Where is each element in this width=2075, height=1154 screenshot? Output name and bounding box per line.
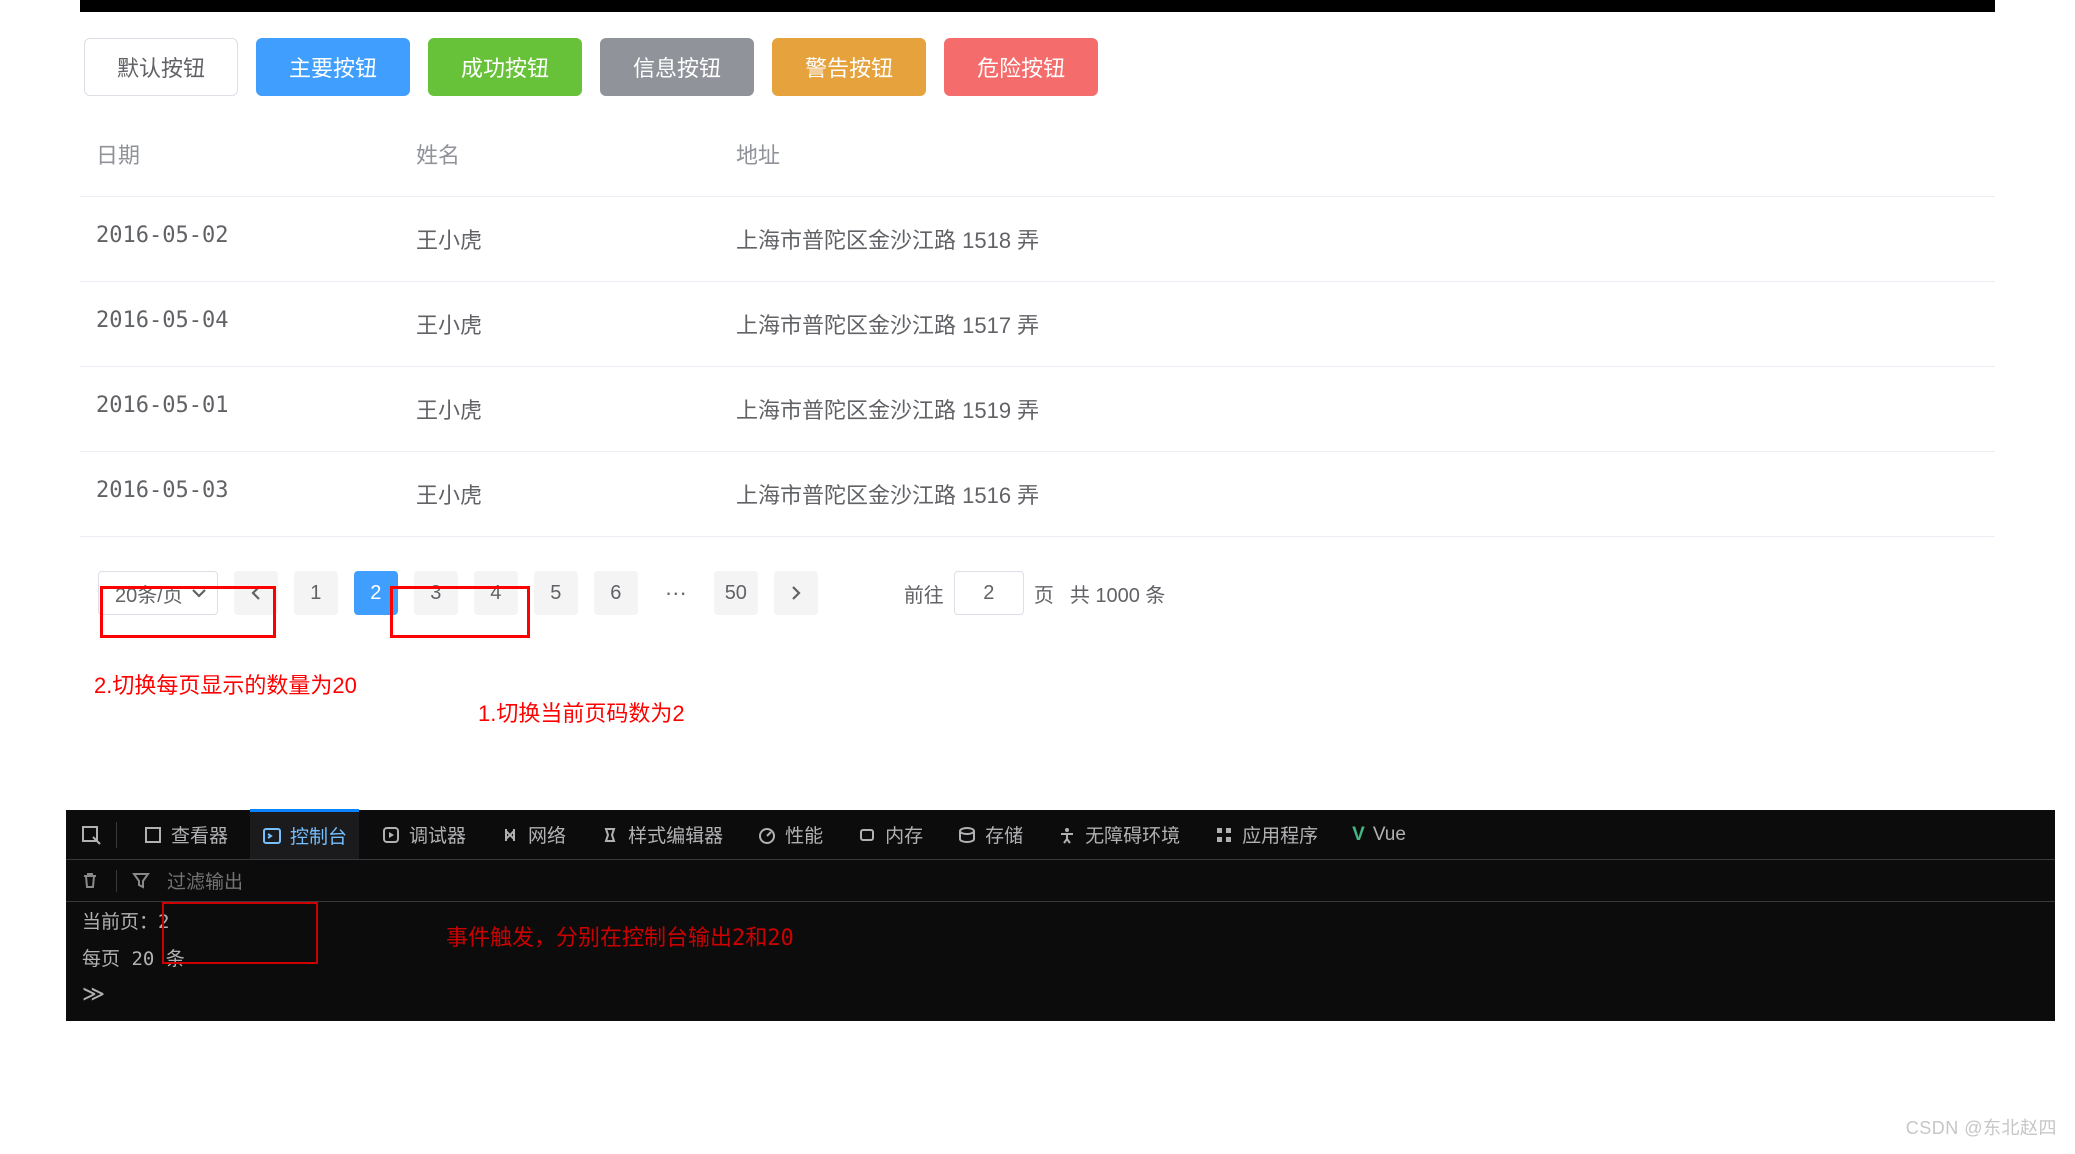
col-header-name: 姓名 [400, 112, 720, 197]
cell-addr: 上海市普陀区金沙江路 1518 弄 [720, 197, 1995, 282]
console-output: 当前页：2 每页 20 条 ≫ 事件触发，分别在控制台输出2和20 [66, 902, 2055, 1021]
button-row: 默认按钮 主要按钮 成功按钮 信息按钮 警告按钮 危险按钮 [80, 34, 1995, 112]
style-icon [600, 825, 620, 845]
chevron-right-icon [788, 585, 804, 601]
vue-logo-icon: V [1352, 824, 1365, 846]
table-row: 2016-05-01王小虎上海市普陀区金沙江路 1519 弄 [80, 367, 1995, 452]
cell-date: 2016-05-03 [80, 452, 400, 537]
table-header-row: 日期 姓名 地址 [80, 112, 1995, 197]
tab-performance[interactable]: 性能 [745, 810, 835, 860]
table-row: 2016-05-02王小虎上海市普陀区金沙江路 1518 弄 [80, 197, 1995, 282]
console-log-line: 当前页：2 [66, 902, 2055, 939]
pager-page-4[interactable]: 4 [474, 571, 518, 615]
info-button[interactable]: 信息按钮 [600, 38, 754, 96]
jump-suffix: 页 [1034, 579, 1054, 608]
tab-accessibility[interactable]: 无障碍环境 [1045, 810, 1192, 860]
console-annotation-text: 事件触发，分别在控制台输出2和20 [446, 920, 794, 952]
tab-debugger-label: 调试器 [409, 821, 466, 848]
jump-page-input[interactable] [954, 571, 1024, 615]
tab-application[interactable]: 应用程序 [1202, 810, 1330, 860]
cell-name: 王小虎 [400, 452, 720, 537]
cell-name: 王小虎 [400, 282, 720, 367]
pager-ellipsis: ··· [654, 571, 698, 615]
cell-name: 王小虎 [400, 197, 720, 282]
cell-name: 王小虎 [400, 367, 720, 452]
pager-page-5[interactable]: 5 [534, 571, 578, 615]
cell-addr: 上海市普陀区金沙江路 1517 弄 [720, 282, 1995, 367]
page-sizes-select[interactable]: 20条/页 [98, 571, 218, 615]
annotation-text-1: 1.切换当前页码数为2 [478, 696, 685, 728]
console-prompt[interactable]: ≫ [66, 976, 2055, 1013]
primary-button[interactable]: 主要按钮 [256, 38, 410, 96]
warning-button[interactable]: 警告按钮 [772, 38, 926, 96]
devtools-panel: 查看器 控制台 调试器 网络 样式编辑器 性能 内存 存储 [66, 810, 2055, 1021]
pager-last-page[interactable]: 50 [714, 571, 758, 615]
tab-vue[interactable]: V Vue [1340, 810, 1418, 860]
a11y-icon [1057, 825, 1077, 845]
tab-storage-label: 存储 [985, 821, 1023, 848]
console-log-line: 每页 20 条 [66, 939, 2055, 976]
memory-icon [857, 825, 877, 845]
tab-inspector-label: 查看器 [171, 821, 228, 848]
pager-prev-button[interactable] [234, 571, 278, 615]
tab-style-editor[interactable]: 样式编辑器 [588, 810, 735, 860]
network-icon [500, 825, 520, 845]
table-row: 2016-05-04王小虎上海市普陀区金沙江路 1517 弄 [80, 282, 1995, 367]
pager-jump: 前往 页 共 1000 条 [904, 571, 1166, 615]
cell-addr: 上海市普陀区金沙江路 1516 弄 [720, 452, 1995, 537]
perf-icon [757, 825, 777, 845]
table-row: 2016-05-03王小虎上海市普陀区金沙江路 1516 弄 [80, 452, 1995, 537]
watermark: CSDN @东北赵四 [1906, 1114, 2057, 1140]
filter-placeholder[interactable]: 过滤输出 [167, 867, 243, 894]
danger-button[interactable]: 危险按钮 [944, 38, 1098, 96]
window-top-bar [80, 0, 1995, 12]
tab-network-label: 网络 [528, 821, 566, 848]
pager-next-button[interactable] [774, 571, 818, 615]
pager-page-2[interactable]: 2 [354, 571, 398, 615]
tab-memory-label: 内存 [885, 821, 923, 848]
pick-element-icon[interactable] [80, 824, 102, 846]
tab-memory[interactable]: 内存 [845, 810, 935, 860]
cell-date: 2016-05-04 [80, 282, 400, 367]
inspector-icon [143, 825, 163, 845]
tab-inspector[interactable]: 查看器 [131, 810, 240, 860]
cell-date: 2016-05-02 [80, 197, 400, 282]
total-text: 共 1000 条 [1070, 579, 1166, 608]
pager-page-3[interactable]: 3 [414, 571, 458, 615]
pager-page-1[interactable]: 1 [294, 571, 338, 615]
tab-apps-label: 应用程序 [1242, 821, 1318, 848]
tab-debugger[interactable]: 调试器 [369, 810, 478, 860]
page-sizes-label: 20条/页 [115, 579, 183, 608]
debugger-icon [381, 825, 401, 845]
tab-a11y-label: 无障碍环境 [1085, 821, 1180, 848]
default-button[interactable]: 默认按钮 [84, 38, 238, 96]
filter-icon[interactable] [131, 870, 153, 892]
tab-console[interactable]: 控制台 [250, 809, 359, 859]
tab-style-label: 样式编辑器 [628, 821, 723, 848]
tab-network[interactable]: 网络 [488, 810, 578, 860]
pagination: 20条/页 123456 ··· 50 前往 页 共 1000 条 [80, 563, 1995, 623]
data-table: 日期 姓名 地址 2016-05-02王小虎上海市普陀区金沙江路 1518 弄2… [80, 112, 1995, 537]
annotation-text-2: 2.切换每页显示的数量为20 [94, 668, 357, 700]
chevron-down-icon [191, 585, 207, 601]
tab-storage[interactable]: 存储 [945, 810, 1035, 860]
success-button[interactable]: 成功按钮 [428, 38, 582, 96]
col-header-date: 日期 [80, 112, 400, 197]
tab-perf-label: 性能 [785, 821, 823, 848]
pager-page-6[interactable]: 6 [594, 571, 638, 615]
jump-prefix: 前往 [904, 579, 944, 608]
devtools-tabs: 查看器 控制台 调试器 网络 样式编辑器 性能 内存 存储 [66, 810, 2055, 860]
console-filterbar: 过滤输出 [66, 860, 2055, 902]
console-icon [262, 826, 282, 846]
col-header-addr: 地址 [720, 112, 1995, 197]
storage-icon [957, 825, 977, 845]
apps-icon [1214, 825, 1234, 845]
trash-icon[interactable] [80, 870, 102, 892]
tab-console-label: 控制台 [290, 822, 347, 849]
tab-vue-label: Vue [1373, 824, 1406, 846]
cell-addr: 上海市普陀区金沙江路 1519 弄 [720, 367, 1995, 452]
cell-date: 2016-05-01 [80, 367, 400, 452]
chevron-left-icon [248, 585, 264, 601]
page-content: 默认按钮 主要按钮 成功按钮 信息按钮 警告按钮 危险按钮 日期 姓名 地址 2… [80, 34, 1995, 623]
